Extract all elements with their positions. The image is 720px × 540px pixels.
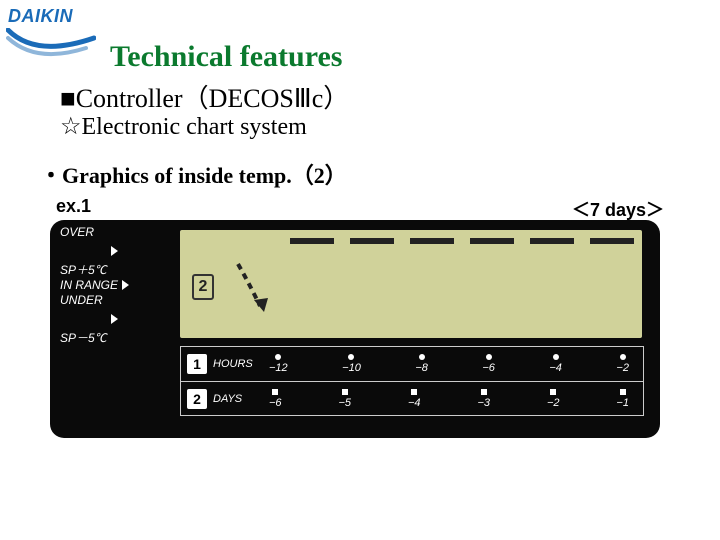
- tick: −10: [342, 354, 361, 374]
- square-icon: [481, 389, 487, 395]
- tick: −6: [269, 389, 282, 409]
- dot-icon: [348, 354, 354, 360]
- pointer-icon: [111, 246, 118, 256]
- square-icon: [411, 389, 417, 395]
- tick: −8: [415, 354, 428, 374]
- range-labels: OVER SP＋5℃ IN RANGE UNDER SP－5℃: [60, 234, 129, 336]
- tick: −6: [482, 354, 495, 374]
- tick: −12: [269, 354, 288, 374]
- label-under-bot: SP－5℃: [60, 332, 107, 345]
- lcd-bar: [530, 238, 574, 244]
- scale-row-days: 2 DAYS −6 −5 −4 −3 −2 −1: [181, 382, 643, 416]
- tick: −3: [477, 389, 490, 409]
- pointer-icon: [122, 280, 129, 290]
- brand-text: DAIKIN: [8, 6, 73, 26]
- lcd-bars: [290, 238, 634, 244]
- tick: −5: [338, 389, 351, 409]
- tick: −4: [408, 389, 421, 409]
- scale-row-hours: 1 HOURS −12 −10 −8 −6 −4 −2: [181, 347, 643, 382]
- logo-swoosh-icon: [6, 28, 96, 68]
- square-icon: [342, 389, 348, 395]
- brand-logo: DAIKIN: [8, 6, 73, 27]
- label-over-top: OVER: [60, 226, 107, 239]
- dot-icon: [553, 354, 559, 360]
- tick: −2: [547, 389, 560, 409]
- scale-label-hours: HOURS: [213, 358, 263, 370]
- label-over: OVER SP＋5℃: [60, 234, 129, 268]
- square-icon: [272, 389, 278, 395]
- dot-icon: [620, 354, 626, 360]
- lcd-mode-digit: 2: [192, 274, 214, 300]
- scale-label-days: DAYS: [213, 393, 263, 405]
- time-scale-box: 1 HOURS −12 −10 −8 −6 −4 −2 2 DAYS −6 −5…: [180, 346, 644, 416]
- dot-icon: [275, 354, 281, 360]
- lcd-bar: [290, 238, 334, 244]
- controller-panel: OVER SP＋5℃ IN RANGE UNDER SP－5℃ 2: [50, 220, 660, 438]
- tick: −4: [549, 354, 562, 374]
- hours-ticks: −12 −10 −8 −6 −4 −2: [263, 354, 643, 374]
- label-under: UNDER SP－5℃: [60, 302, 129, 336]
- lcd-bar: [350, 238, 394, 244]
- subtitle-controller: ■Controller（DECOSⅢc）: [60, 78, 349, 115]
- tick: −1: [616, 389, 629, 409]
- lcd-display: 2: [180, 230, 642, 338]
- lcd-bar: [470, 238, 514, 244]
- days-ticks: −6 −5 −4 −3 −2 −1: [263, 389, 643, 409]
- scale-index-2: 2: [187, 389, 207, 409]
- trend-arrow-icon: [230, 260, 280, 320]
- page-title: Technical features: [110, 40, 343, 74]
- label-under-top: UNDER: [60, 294, 107, 307]
- dot-icon: [419, 354, 425, 360]
- square-icon: [620, 389, 626, 395]
- subtitle-chart-system: ☆Electronic chart system: [60, 112, 307, 141]
- tick: −2: [616, 354, 629, 374]
- scale-index-1: 1: [187, 354, 207, 374]
- lcd-bar: [590, 238, 634, 244]
- square-icon: [550, 389, 556, 395]
- bullet-graphics: ・Graphics of inside temp.（2）: [40, 158, 347, 190]
- dot-icon: [486, 354, 492, 360]
- lcd-bar: [410, 238, 454, 244]
- days-range-label: ＜7 days＞: [572, 196, 664, 222]
- pointer-icon: [111, 314, 118, 324]
